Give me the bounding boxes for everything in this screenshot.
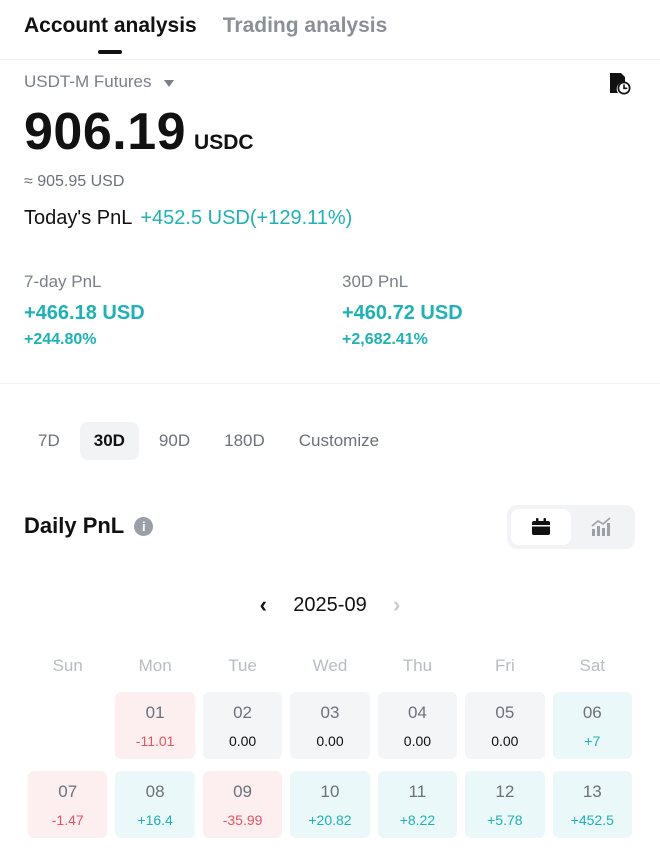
calendar-day-cell[interactable]: 11 +8.22 [377, 771, 458, 838]
caret-down-icon [163, 79, 174, 87]
range-90d[interactable]: 90D [145, 422, 204, 460]
tab-trading-analysis[interactable]: Trading analysis [223, 14, 388, 54]
calendar-week: 07 -1.47 08 +16.4 09 -35.99 10 +20.82 11… [24, 771, 636, 838]
account-type-label: USDT-M Futures [24, 72, 152, 91]
day-pnl: +7 [584, 732, 601, 749]
bar-chart-icon [591, 517, 611, 536]
day-number: 07 [58, 781, 78, 801]
day-number: 06 [582, 702, 602, 722]
calendar-day-cell[interactable]: 07 -1.47 [28, 771, 108, 838]
day-pnl: 0.00 [403, 732, 432, 749]
day-pnl: +452.5 [570, 811, 614, 828]
calendar-day-cell[interactable]: 10 +20.82 [290, 771, 370, 838]
daily-pnl-header: Daily PnL i [24, 513, 154, 539]
day-pnl: +16.4 [137, 811, 173, 828]
balance-value: 906.19 [24, 103, 187, 161]
calendar-week: 01 -11.01 02 0.00 03 0.00 04 0.00 05 0.0… [24, 692, 636, 759]
balance-unit: USDC [194, 131, 254, 154]
day-number: 08 [145, 781, 165, 801]
chart-view-button[interactable] [571, 509, 631, 545]
day-number: 04 [407, 702, 427, 722]
day-pnl: 0.00 [228, 732, 257, 749]
calendar-day-cell[interactable]: 04 0.00 [377, 692, 458, 759]
balance-approx: ≈ 905.95 USD [24, 173, 125, 190]
day-number: 01 [145, 702, 165, 722]
pnl-30day-label: 30D PnL [342, 272, 409, 291]
day-number: 05 [495, 702, 515, 722]
calendar-day-cell[interactable]: 02 0.00 [202, 692, 283, 759]
day-pnl: +8.22 [399, 811, 436, 828]
prev-month-button[interactable]: ‹ [255, 592, 271, 618]
tab-divider [0, 59, 660, 60]
tab-account-analysis[interactable]: Account analysis [24, 14, 197, 54]
section-divider [0, 383, 660, 384]
weekday-label: Thu [402, 656, 433, 675]
calendar-day-cell[interactable]: 12 +5.78 [465, 771, 545, 838]
weekday-header: Sun Mon Tue Wed Thu Fri Sat [24, 656, 636, 676]
day-number: 10 [320, 781, 340, 801]
range-30d[interactable]: 30D [79, 422, 139, 460]
pnl-7day: 7-day PnL +466.18 USD +244.80% [24, 272, 145, 349]
analysis-tabs: Account analysis Trading analysis [24, 14, 387, 54]
weekday-label: Tue [228, 656, 257, 675]
weekday-label: Sun [52, 656, 83, 675]
day-pnl: 0.00 [316, 732, 344, 749]
day-number: 03 [320, 702, 340, 722]
todays-pnl-value: +452.5 USD(+129.11%) [140, 207, 353, 229]
todays-pnl-label: Today's PnL [24, 207, 133, 229]
view-toggle [507, 505, 635, 549]
month-navigation: ‹ 2025-09 › [0, 592, 660, 618]
month-label: 2025-09 [293, 593, 367, 616]
weekday-label: Sat [579, 656, 606, 675]
daily-pnl-title: Daily PnL [24, 513, 125, 538]
info-icon[interactable]: i [134, 516, 154, 536]
day-pnl: -35.99 [222, 811, 263, 828]
day-number: 12 [495, 781, 515, 801]
history-icon[interactable] [606, 70, 632, 96]
day-number: 13 [582, 781, 602, 801]
range-7d[interactable]: 7D [24, 422, 74, 460]
pnl-7day-label: 7-day PnL [24, 272, 102, 291]
day-pnl: 0.00 [491, 732, 519, 749]
pnl-30day: 30D PnL +460.72 USD +2,682.41% [342, 272, 463, 349]
calendar-icon [532, 518, 550, 535]
pnl-30day-pct: +2,682.41% [342, 331, 428, 348]
weekday-label: Fri [494, 656, 515, 675]
calendar-day-cell[interactable]: 13 +452.5 [552, 771, 632, 838]
calendar-day-cell [28, 692, 107, 759]
balance: 906.19 USDC [24, 102, 254, 162]
calendar-day-cell[interactable]: 08 +16.4 [115, 771, 195, 838]
next-month-button[interactable]: › [389, 592, 405, 618]
account-type-selector[interactable]: USDT-M Futures [24, 72, 174, 92]
pnl-7day-pct: +244.80% [24, 331, 97, 348]
pnl-30day-usd: +460.72 USD [342, 302, 463, 324]
day-pnl: +20.82 [308, 811, 352, 828]
range-selector: 7D 30D 90D 180D Customize [24, 422, 393, 460]
calendar-day-cell[interactable]: 01 -11.01 [115, 692, 195, 759]
day-number: 09 [233, 781, 253, 801]
todays-pnl: Today's PnL +452.5 USD(+129.11%) [24, 207, 352, 230]
day-pnl: +5.78 [487, 811, 523, 828]
day-pnl: -1.47 [51, 811, 84, 828]
weekday-label: Mon [138, 656, 172, 675]
pnl-7day-usd: +466.18 USD [24, 302, 145, 324]
calendar-day-cell[interactable]: 06 +7 [552, 692, 632, 759]
day-pnl: -11.01 [135, 732, 175, 749]
calendar-day-cell[interactable]: 05 0.00 [465, 692, 545, 759]
calendar-day-cell[interactable]: 03 0.00 [290, 692, 370, 759]
day-number: 02 [233, 702, 253, 722]
weekday-label: Wed [312, 656, 348, 675]
calendar-view-button[interactable] [511, 509, 571, 545]
range-180d[interactable]: 180D [210, 422, 279, 460]
day-number: 11 [408, 781, 427, 801]
calendar-day-cell[interactable]: 09 -35.99 [202, 771, 283, 838]
range-customize[interactable]: Customize [285, 422, 393, 460]
